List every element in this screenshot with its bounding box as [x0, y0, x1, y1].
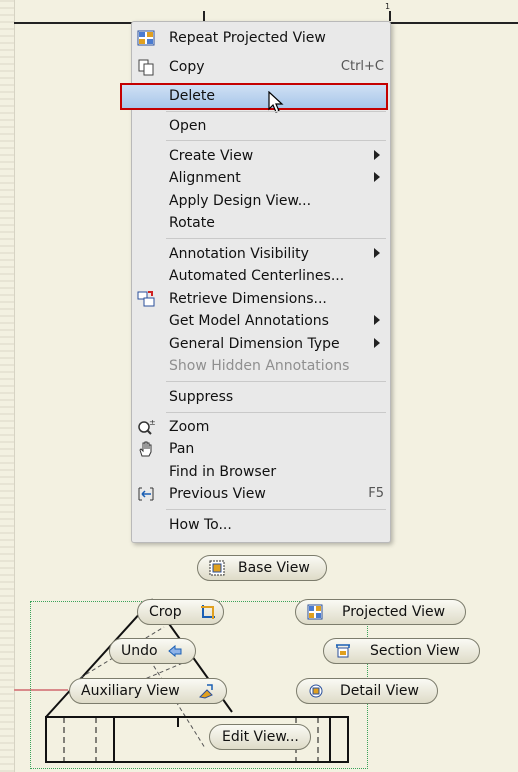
menu-item-find-in-browser[interactable]: Find in Browser — [132, 461, 390, 483]
button-label: Detail View — [340, 683, 419, 699]
menu-item-label: Previous View — [169, 486, 266, 502]
menu-item-label: How To... — [169, 517, 232, 533]
menu-separator — [166, 509, 386, 510]
zoom-icon: ± — [138, 418, 155, 435]
menu-item-label: Apply Design View... — [169, 193, 312, 209]
menu-item-zoom[interactable]: ± Zoom — [132, 416, 390, 438]
button-label: Crop — [149, 604, 182, 620]
menu-item-label: Rotate — [169, 215, 215, 231]
menu-item-suppress[interactable]: Suppress — [132, 386, 390, 408]
auxiliary-view-button[interactable]: Auxiliary View — [69, 678, 227, 704]
menu-item-get-model-annotations[interactable]: Get Model Annotations — [132, 310, 390, 332]
base-view-button[interactable]: Base View — [197, 555, 327, 581]
projected-view-icon — [307, 604, 323, 620]
copy-icon — [138, 59, 154, 76]
button-label: Projected View — [342, 604, 446, 620]
menu-item-label: Alignment — [169, 170, 241, 186]
submenu-arrow-icon — [374, 248, 380, 258]
menu-item-annotation-visibility[interactable]: Annotation Visibility — [132, 243, 390, 265]
menu-item-general-dimension-type[interactable]: General Dimension Type — [132, 333, 390, 355]
section-view-button[interactable]: Section View — [323, 638, 480, 664]
menu-item-rotate[interactable]: Rotate — [132, 212, 390, 234]
menu-item-label: Open — [169, 118, 207, 134]
section-view-icon — [336, 644, 350, 658]
menu-item-label: Zoom — [169, 419, 210, 435]
context-menu: Repeat Projected View Copy Ctrl+C Delete… — [120, 21, 391, 543]
menu-item-label: Copy — [169, 59, 205, 75]
submenu-arrow-icon — [374, 150, 380, 160]
menu-item-label: Create View — [169, 148, 254, 164]
submenu-arrow-icon — [374, 338, 380, 348]
menu-item-open[interactable]: Open — [132, 115, 390, 137]
projected-view-button[interactable]: Projected View — [295, 599, 466, 625]
menu-item-label: General Dimension Type — [169, 336, 340, 352]
menu-item-delete[interactable]: Delete — [120, 83, 390, 113]
auxiliary-view-icon — [198, 684, 213, 699]
crop-icon — [201, 605, 215, 619]
menu-item-automated-centerlines[interactable]: Automated Centerlines... — [132, 265, 390, 287]
menu-item-label: Repeat Projected View — [169, 30, 326, 46]
projected-view-icon — [137, 30, 155, 46]
menu-item-pan[interactable]: Pan — [132, 438, 390, 460]
menu-item-previous-view[interactable]: Previous View F5 — [132, 483, 390, 505]
submenu-arrow-icon — [374, 172, 380, 182]
menu-item-label: Delete — [169, 88, 215, 104]
menu-item-label: Annotation Visibility — [169, 246, 309, 262]
crop-button[interactable]: Crop — [137, 599, 224, 625]
shortcut-text: Ctrl+C — [340, 59, 384, 74]
base-view-icon — [209, 560, 225, 576]
button-label: Auxiliary View — [81, 683, 180, 699]
menu-item-how-to[interactable]: How To... — [132, 514, 390, 536]
menu-item-alignment[interactable]: Alignment — [132, 167, 390, 189]
menu-separator — [166, 238, 386, 239]
button-label: Section View — [370, 643, 460, 659]
menu-separator — [166, 140, 386, 141]
undo-button[interactable]: Undo — [109, 638, 196, 664]
menu-item-apply-design-view[interactable]: Apply Design View... — [132, 190, 390, 212]
detail-view-button[interactable]: Detail View — [296, 678, 438, 704]
undo-icon — [168, 644, 182, 658]
submenu-arrow-icon — [374, 315, 380, 325]
menu-item-label: Show Hidden Annotations — [169, 358, 350, 374]
button-label: Edit View... — [222, 729, 299, 745]
menu-separator — [166, 111, 386, 112]
menu-item-show-hidden-annotations: Show Hidden Annotations — [132, 355, 390, 377]
menu-item-label: Suppress — [169, 389, 234, 405]
menu-item-label: Pan — [169, 441, 195, 457]
menu-item-create-view[interactable]: Create View — [132, 145, 390, 167]
edit-view-button[interactable]: Edit View... — [209, 724, 311, 750]
retrieve-dimensions-icon — [137, 291, 155, 307]
pan-hand-icon — [139, 441, 152, 457]
button-label: Base View — [238, 560, 310, 576]
menu-item-label: Automated Centerlines... — [169, 268, 345, 284]
menu-separator — [166, 412, 386, 413]
detail-view-icon — [309, 684, 323, 698]
menu-separator — [166, 381, 386, 382]
menu-item-label: Find in Browser — [169, 464, 277, 480]
menu-item-copy[interactable]: Copy Ctrl+C — [132, 56, 390, 78]
svg-text:±: ± — [149, 418, 155, 427]
shortcut-text: F5 — [368, 486, 384, 501]
previous-view-icon — [138, 487, 154, 501]
menu-item-repeat-projected-view[interactable]: Repeat Projected View — [132, 27, 390, 49]
button-label: Undo — [121, 643, 158, 659]
menu-item-label: Retrieve Dimensions... — [169, 291, 327, 307]
highlight-box — [120, 83, 388, 110]
menu-item-retrieve-dimensions[interactable]: Retrieve Dimensions... — [132, 288, 390, 310]
menu-item-label: Get Model Annotations — [169, 313, 329, 329]
